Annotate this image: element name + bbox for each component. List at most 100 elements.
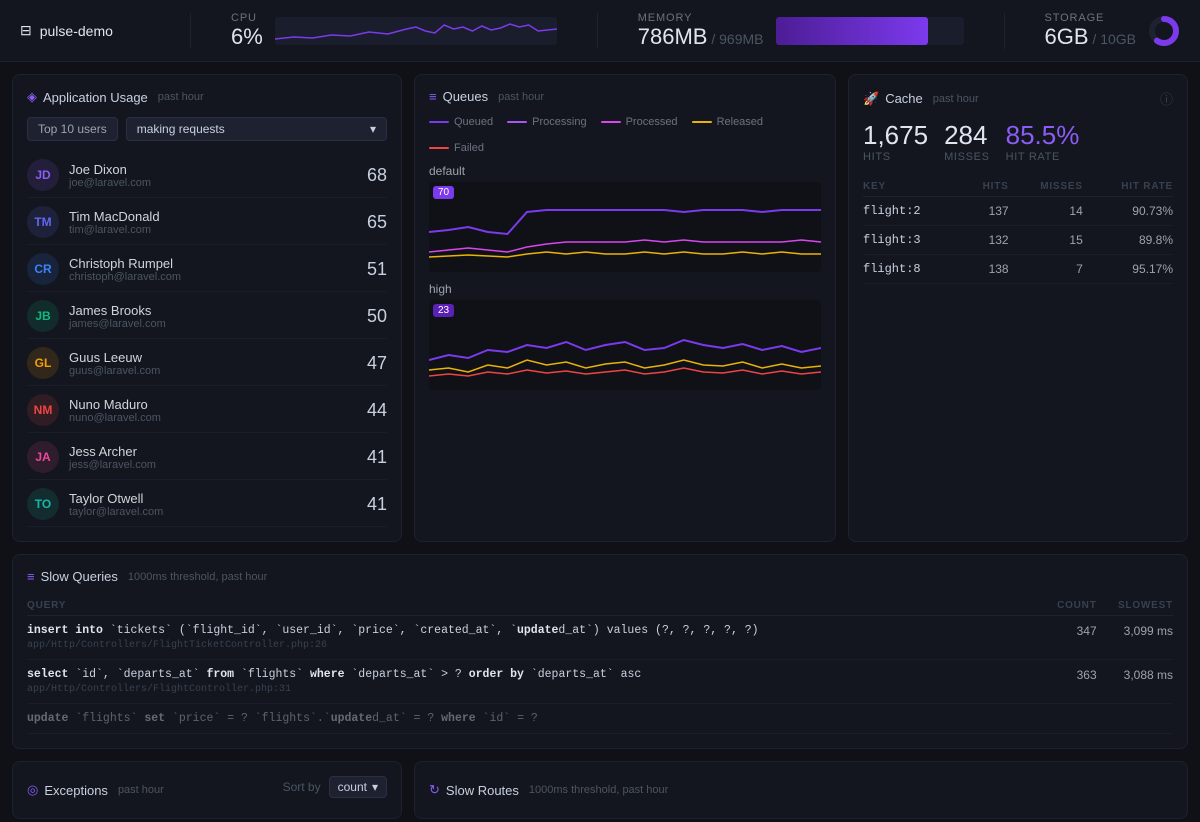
legend-item: Released: [692, 116, 763, 128]
user-avatar: CR: [27, 253, 59, 285]
cache-col-misses: MISSES: [1009, 177, 1083, 197]
sq-slowest-cell: [1097, 704, 1173, 734]
user-name: Jess Archer: [69, 444, 357, 459]
user-count: 65: [367, 212, 387, 233]
cache-key: flight:2: [863, 197, 963, 226]
cache-rate-cell: 90.73%: [1083, 197, 1173, 226]
user-count: 44: [367, 400, 387, 421]
cache-row: flight:3 132 15 89.8%: [863, 226, 1173, 255]
slow-queries-title: ≡ Slow Queries 1000ms threshold, past ho…: [27, 569, 1173, 584]
divider-3: [1004, 13, 1005, 49]
cache-table: KEY HITS MISSES HIT RATE flight:2 137 14…: [863, 177, 1173, 284]
brand: ⊟ pulse-demo: [20, 22, 150, 39]
exception-icon: ◎: [27, 782, 38, 798]
sq-slowest-cell: 3,099 ms: [1097, 616, 1173, 660]
sort-dropdown[interactable]: count ▾: [329, 776, 387, 798]
user-row: GL Guus Leeuw guus@laravel.com 47: [27, 341, 387, 386]
user-email: joe@laravel.com: [69, 177, 357, 189]
sort-label: Sort by: [283, 780, 321, 794]
main-content: ◈ Application Usage past hour Top 10 use…: [0, 62, 1200, 676]
user-name: Taylor Otwell: [69, 491, 357, 506]
storage-value: 6GB / 10GB: [1045, 24, 1137, 50]
legend-item: Failed: [429, 142, 484, 154]
cache-row: flight:2 137 14 90.73%: [863, 197, 1173, 226]
top-users-filter[interactable]: Top 10 users: [27, 117, 118, 141]
user-row: TO Taylor Otwell taylor@laravel.com 41: [27, 482, 387, 527]
user-avatar: TM: [27, 206, 59, 238]
legend-item: Processing: [507, 116, 586, 128]
queue-icon: ≡: [429, 89, 437, 104]
storage-label: STORAGE: [1045, 12, 1137, 24]
legend-item: Processed: [601, 116, 678, 128]
cache-misses-cell: 7: [1009, 255, 1083, 284]
cpu-value: 6%: [231, 24, 263, 50]
user-name: Christoph Rumpel: [69, 256, 357, 271]
slow-routes-title: ↻ Slow Routes 1000ms threshold, past hou…: [429, 782, 668, 798]
cache-col-hits: HITS: [963, 177, 1008, 197]
memory-metric: MEMORY 786MB / 969MB: [638, 12, 964, 50]
user-info: Joe Dixon joe@laravel.com: [69, 162, 357, 189]
row-2: ≡ Slow Queries 1000ms threshold, past ho…: [12, 554, 1188, 749]
sq-query-cell: select `id`, `departs_at` from `flights`…: [27, 660, 1042, 704]
user-avatar: JA: [27, 441, 59, 473]
chevron-down-icon: ▾: [370, 122, 376, 136]
exceptions-title: ◎ Exceptions past hour: [27, 782, 164, 798]
sq-count-cell: 363: [1042, 660, 1097, 704]
cache-col-rate: HIT RATE: [1083, 177, 1173, 197]
cache-rate-stat: 85.5% HIT RATE: [1006, 120, 1080, 163]
user-count: 41: [367, 447, 387, 468]
cache-rate-cell: 95.17%: [1083, 255, 1173, 284]
user-info: Nuno Maduro nuno@laravel.com: [69, 397, 357, 424]
user-email: james@laravel.com: [69, 318, 357, 330]
server-icon: ⊟: [20, 22, 32, 39]
cache-key: flight:8: [863, 255, 963, 284]
storage-metric: STORAGE 6GB / 10GB: [1045, 12, 1181, 50]
memory-label: MEMORY: [638, 12, 764, 24]
high-queue-label: high: [429, 282, 821, 296]
user-email: tim@laravel.com: [69, 224, 357, 236]
cache-rate-cell: 89.8%: [1083, 226, 1173, 255]
sq-query-cell: insert into `tickets` (`flight_id`, `use…: [27, 616, 1042, 660]
cache-icon: 🚀: [863, 91, 879, 107]
row-1: ◈ Application Usage past hour Top 10 use…: [12, 74, 1188, 542]
cache-stats: 1,675 HITS 284 MISSES 85.5% HIT RATE: [863, 120, 1173, 163]
user-email: christoph@laravel.com: [69, 271, 357, 283]
cpu-bar: [275, 17, 557, 45]
row-bottom: ◎ Exceptions past hour Sort by count ▾ ↻…: [12, 761, 1188, 819]
user-count: 41: [367, 494, 387, 515]
divider-2: [597, 13, 598, 49]
storage-donut: [1148, 15, 1180, 47]
route-icon: ↻: [429, 782, 440, 798]
user-count: 47: [367, 353, 387, 374]
slow-routes-panel: ↻ Slow Routes 1000ms threshold, past hou…: [414, 761, 1188, 819]
sq-slowest-cell: 3,088 ms: [1097, 660, 1173, 704]
user-count: 68: [367, 165, 387, 186]
cache-col-key: KEY: [863, 177, 963, 197]
queues-title: ≡ Queues past hour: [429, 89, 821, 104]
chevron-down-icon: ▾: [372, 780, 378, 794]
queues-panel: ≡ Queues past hour QueuedProcessingProce…: [414, 74, 836, 542]
user-avatar: TO: [27, 488, 59, 520]
user-row: JA Jess Archer jess@laravel.com 41: [27, 435, 387, 480]
cache-title: 🚀 Cache past hour ⓘ: [863, 89, 1173, 108]
queue-legend: QueuedProcessingProcessedReleasedFailed: [429, 116, 821, 154]
high-queue: high 23: [429, 282, 821, 390]
high-queue-badge: 23: [433, 304, 454, 317]
request-type-dropdown[interactable]: making requests ▾: [126, 117, 387, 141]
user-avatar: JB: [27, 300, 59, 332]
sort-bar: Sort by count ▾: [283, 776, 387, 798]
cache-misses-cell: 15: [1009, 226, 1083, 255]
cache-row: flight:8 138 7 95.17%: [863, 255, 1173, 284]
user-email: guus@laravel.com: [69, 365, 357, 377]
user-name: Nuno Maduro: [69, 397, 357, 412]
user-info: Taylor Otwell taylor@laravel.com: [69, 491, 357, 518]
app-usage-title: ◈ Application Usage past hour: [27, 89, 387, 105]
default-queue: default 70: [429, 164, 821, 272]
cache-hits-cell: 137: [963, 197, 1008, 226]
user-info: Jess Archer jess@laravel.com: [69, 444, 357, 471]
cache-key: flight:3: [863, 226, 963, 255]
user-email: taylor@laravel.com: [69, 506, 357, 518]
sq-count-cell: [1042, 704, 1097, 734]
cache-hits-stat: 1,675 HITS: [863, 120, 928, 163]
user-row: JB James Brooks james@laravel.com 50: [27, 294, 387, 339]
